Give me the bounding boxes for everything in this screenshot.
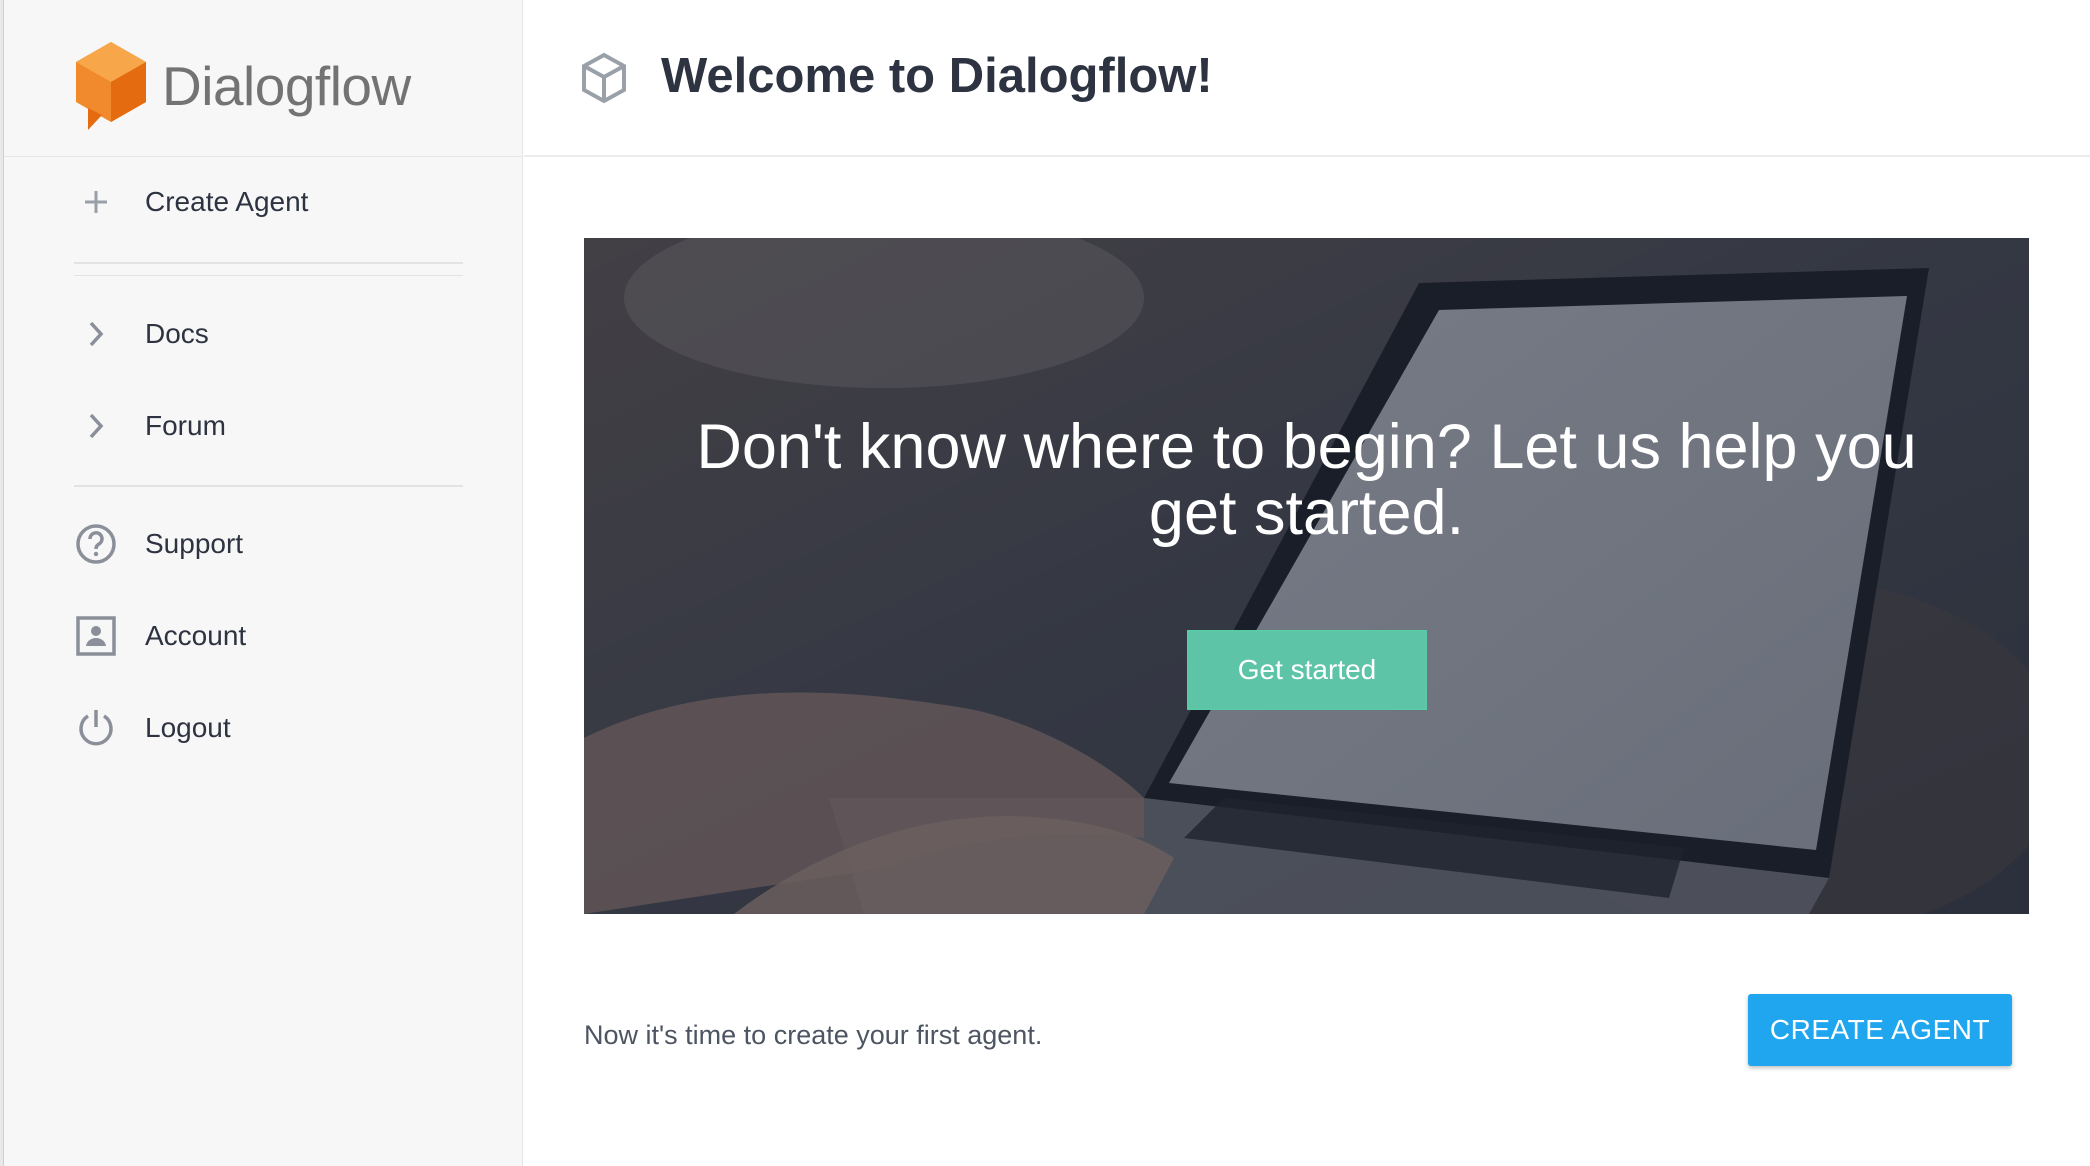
hero-banner: Don't know where to begin? Let us help y… (584, 238, 2029, 914)
sidebar-item-forum[interactable]: Forum (74, 396, 464, 456)
dialogflow-logo[interactable]: Dialogflow (74, 38, 411, 134)
sidebar-header-divider (4, 156, 523, 157)
sidebar-item-docs[interactable]: Docs (74, 304, 464, 364)
agent-cube-icon (582, 52, 626, 104)
sidebar-item-support[interactable]: Support (74, 514, 464, 574)
help-circle-icon (74, 522, 118, 566)
sidebar-item-label: Logout (145, 712, 231, 743)
sidebar-divider (74, 485, 463, 487)
sidebar-item-account[interactable]: Account (74, 606, 464, 666)
sidebar-divider (74, 262, 463, 264)
sidebar-divider (74, 275, 463, 276)
hero-dim-overlay (584, 238, 2029, 914)
account-box-icon (74, 614, 118, 658)
sidebar-item-logout[interactable]: Logout (74, 698, 464, 758)
create-agent-button[interactable]: CREATE AGENT (1748, 994, 2012, 1066)
sidebar-item-label: Create Agent (145, 186, 309, 217)
power-icon (74, 706, 118, 750)
chevron-right-icon (74, 404, 118, 448)
sidebar-item-label: Forum (145, 410, 226, 441)
sidebar-item-label: Support (145, 528, 244, 559)
create-agent-prompt: Now it's time to create your first agent… (584, 1020, 1043, 1050)
get-started-button[interactable]: Get started (1187, 630, 1427, 710)
sidebar-item-create-agent[interactable]: Create Agent (74, 172, 464, 232)
dialogflow-logo-icon (76, 42, 146, 130)
brand-name: Dialogflow (162, 55, 411, 117)
hero-headline: Don't know where to begin? Let us help y… (696, 412, 1917, 548)
plus-icon (74, 180, 118, 224)
sidebar: Dialogflow Create Agent Docs Forum Suppo (4, 0, 523, 1166)
chevron-right-icon (74, 312, 118, 356)
sidebar-item-label: Account (145, 620, 247, 651)
page-title: Welcome to Dialogflow! (661, 49, 1213, 103)
page-header: Welcome to Dialogflow! (524, 0, 2090, 157)
sidebar-item-label: Docs (145, 318, 209, 349)
